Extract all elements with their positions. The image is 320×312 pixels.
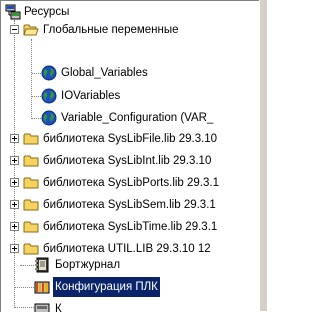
tree-item-label: библиотека SysLibInt.lib 29.3.10 bbox=[43, 155, 212, 167]
tree-item-label: IOVariables bbox=[61, 90, 121, 102]
expand-icon[interactable] bbox=[10, 134, 19, 143]
resources-icon bbox=[5, 4, 21, 20]
resource-tree-panel: Ресурсы Глобальные переменные Global_Var… bbox=[0, 0, 261, 312]
globe-icon bbox=[41, 110, 57, 126]
folder-icon bbox=[23, 197, 39, 213]
tree-item-label: библиотека SysLibSem.lib 29.3.1 bbox=[43, 199, 216, 211]
tree-item-label: К bbox=[55, 303, 62, 312]
tree-item-variable-configuration[interactable]: Variable_Configuration (VAR_ bbox=[1, 108, 241, 128]
folder-icon bbox=[23, 175, 39, 191]
tree-item-label: Ресурсы bbox=[24, 6, 70, 18]
tree-item-logbook[interactable]: Бортжурнал bbox=[1, 255, 241, 275]
globe-icon bbox=[41, 65, 57, 81]
expand-icon[interactable] bbox=[10, 244, 19, 253]
tree-item-label: библиотека SysLibTime.lib 29.3.1 bbox=[43, 221, 218, 233]
tree-item-library[interactable]: библиотека SysLibTime.lib 29.3.1 bbox=[1, 217, 241, 237]
tree-item-label: библиотека SysLibFile.lib 29.3.10 bbox=[43, 133, 218, 145]
tree-item-label: Global_Variables bbox=[61, 67, 148, 79]
tree-item-label: Variable_Configuration (VAR_ bbox=[61, 112, 214, 124]
expand-icon[interactable] bbox=[10, 200, 19, 209]
folder-icon bbox=[23, 153, 39, 169]
tree-item-resources[interactable]: Ресурсы bbox=[1, 2, 241, 22]
tree-item-label: Конфигурация ПЛК bbox=[53, 277, 160, 297]
globe-icon bbox=[41, 88, 57, 104]
item-icon bbox=[34, 301, 50, 312]
tree-item-label: Бортжурнал bbox=[55, 259, 121, 271]
folder-open-icon bbox=[23, 22, 39, 38]
tree-item-library[interactable]: библиотека SysLibPorts.lib 29.3.1 bbox=[1, 173, 241, 193]
tree-item-label: библиотека SysLibPorts.lib 29.3.1 bbox=[43, 177, 219, 189]
panel-edge bbox=[259, 0, 267, 311]
tree-item-partial[interactable]: К bbox=[1, 299, 241, 312]
tree-item-library[interactable]: библиотека SysLibFile.lib 29.3.10 bbox=[1, 129, 241, 149]
tree-item-label: Глобальные переменные bbox=[43, 24, 179, 36]
expand-icon[interactable] bbox=[10, 222, 19, 231]
tree-item-library[interactable]: библиотека SysLibInt.lib 29.3.10 bbox=[1, 151, 241, 171]
tree-item-plc-configuration[interactable]: Конфигурация ПЛК bbox=[1, 277, 241, 297]
tree-item-library[interactable]: библиотека SysLibSem.lib 29.3.1 bbox=[1, 195, 241, 215]
plc-config-icon bbox=[34, 279, 50, 295]
expand-icon[interactable] bbox=[10, 178, 19, 187]
collapse-icon[interactable] bbox=[10, 25, 19, 34]
tree-item-global-variables[interactable]: Global_Variables bbox=[1, 63, 241, 83]
expand-icon[interactable] bbox=[10, 156, 19, 165]
logbook-icon bbox=[34, 257, 50, 273]
folder-icon bbox=[23, 131, 39, 147]
tree-item-io-variables[interactable]: IOVariables bbox=[1, 86, 241, 106]
folder-icon bbox=[23, 219, 39, 235]
tree-item-global-variables-folder[interactable]: Глобальные переменные bbox=[1, 20, 241, 40]
